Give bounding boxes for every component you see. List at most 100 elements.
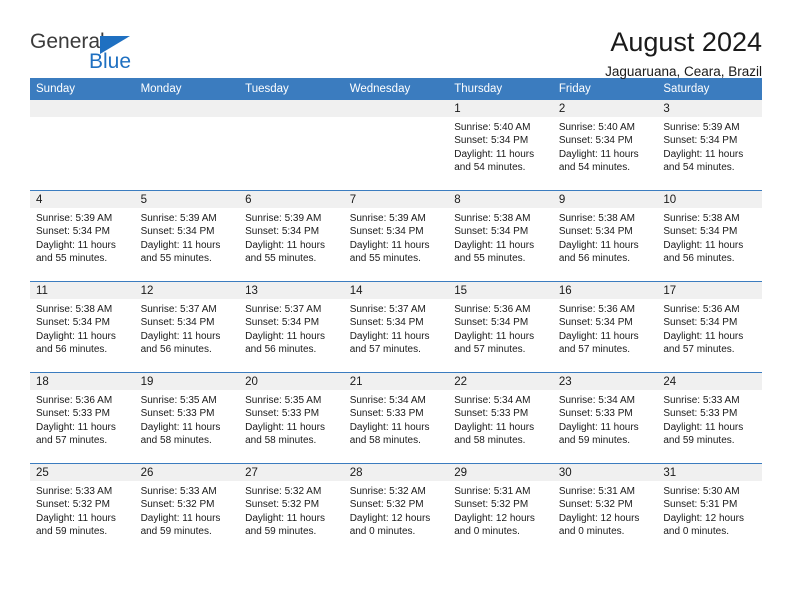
day-number: 7 [343, 191, 449, 208]
daylight-text-line1: Daylight: 12 hours [663, 512, 744, 524]
calendar-day-cell[interactable]: 19 Sunrise: 5:35 AM Sunset: 5:33 PM Dayligh… [134, 372, 240, 464]
day-details: Sunrise: 5:31 AM Sunset: 5:32 PM Daylight:… [553, 481, 658, 539]
sunset-text: Sunset: 5:32 PM [245, 499, 320, 511]
day-number: 1 [448, 100, 553, 117]
day-details: Sunrise: 5:39 AM Sunset: 5:34 PM Daylight:… [30, 208, 135, 266]
sunset-text: Sunset: 5:32 PM [349, 499, 424, 511]
daylight-text-line1: Daylight: 11 hours [558, 239, 639, 251]
daylight-text-line1: Daylight: 11 hours [140, 330, 221, 342]
daylight-text-line2: and 0 minutes. [663, 526, 729, 538]
day-number: 10 [657, 191, 762, 208]
calendar-day-cell[interactable]: 11 Sunrise: 5:38 AM Sunset: 5:34 PM Dayligh… [30, 281, 135, 373]
calendar-day-cell[interactable]: 10 Sunrise: 5:38 AM Sunset: 5:34 PM Dayligh… [657, 190, 762, 282]
calendar-day-cell[interactable]: 2 Sunrise: 5:40 AM Sunset: 5:34 PM Daylight… [552, 100, 658, 191]
weekday-header-friday: Friday [552, 78, 658, 100]
sunrise-text: Sunrise: 5:36 AM [558, 304, 635, 315]
daylight-text-line2: and 57 minutes. [36, 435, 108, 447]
sunrise-text: Sunrise: 5:32 AM [349, 486, 426, 497]
daylight-text-line1: Daylight: 11 hours [349, 239, 430, 251]
calendar-day-cell[interactable]: 29 Sunrise: 5:31 AM Sunset: 5:32 PM Dayligh… [448, 463, 553, 554]
calendar-week-row: 1 Sunrise: 5:40 AM Sunset: 5:34 PM Daylight… [30, 100, 762, 191]
calendar-day-cell[interactable]: 26 Sunrise: 5:33 AM Sunset: 5:32 PM Dayligh… [134, 463, 240, 554]
sunset-text: Sunset: 5:34 PM [663, 317, 738, 329]
calendar-day-cell[interactable]: 3 Sunrise: 5:39 AM Sunset: 5:34 PM Daylight… [657, 100, 762, 191]
day-details: Sunrise: 5:36 AM Sunset: 5:33 PM Daylight:… [30, 390, 135, 448]
daylight-text-line1: Daylight: 11 hours [349, 330, 430, 342]
calendar-day-cell[interactable]: 22 Sunrise: 5:34 AM Sunset: 5:33 PM Dayligh… [448, 372, 553, 464]
sunset-text: Sunset: 5:34 PM [663, 135, 738, 147]
day-number: 31 [657, 464, 762, 481]
sunrise-text: Sunrise: 5:39 AM [245, 213, 322, 224]
daylight-text-line1: Daylight: 11 hours [454, 421, 535, 433]
sunset-text: Sunset: 5:34 PM [558, 226, 633, 238]
logo-text-general: General [30, 30, 105, 53]
calendar-day-cell[interactable]: 17 Sunrise: 5:36 AM Sunset: 5:34 PM Dayligh… [657, 281, 762, 373]
sunset-text: Sunset: 5:33 PM [454, 408, 529, 420]
calendar-day-cell[interactable]: 12 Sunrise: 5:37 AM Sunset: 5:34 PM Dayligh… [134, 281, 240, 373]
calendar-day-cell[interactable]: 6 Sunrise: 5:39 AM Sunset: 5:34 PM Daylight… [239, 190, 344, 282]
daylight-text-line2: and 55 minutes. [454, 253, 526, 265]
calendar-day-cell[interactable]: 13 Sunrise: 5:37 AM Sunset: 5:34 PM Dayligh… [239, 281, 344, 373]
day-details: Sunrise: 5:39 AM Sunset: 5:34 PM Daylight:… [239, 208, 344, 266]
title-block: August 2024 Jaguaruana, Ceara, Brazil [605, 28, 762, 80]
calendar-day-cell[interactable]: 30 Sunrise: 5:31 AM Sunset: 5:32 PM Dayligh… [552, 463, 658, 554]
calendar-day-cell-empty [30, 100, 135, 191]
calendar-day-cell[interactable]: 24 Sunrise: 5:33 AM Sunset: 5:33 PM Dayligh… [657, 372, 762, 464]
sunset-text: Sunset: 5:34 PM [36, 226, 110, 238]
day-details: Sunrise: 5:32 AM Sunset: 5:32 PM Daylight:… [344, 481, 449, 539]
sunrise-text: Sunrise: 5:34 AM [558, 395, 635, 406]
calendar-day-cell[interactable]: 7 Sunrise: 5:39 AM Sunset: 5:34 PM Daylight… [343, 190, 449, 282]
sunset-text: Sunset: 5:34 PM [36, 317, 110, 329]
calendar-day-cell[interactable]: 31 Sunrise: 5:30 AM Sunset: 5:31 PM Dayligh… [657, 463, 762, 554]
calendar-day-cell[interactable]: 27 Sunrise: 5:32 AM Sunset: 5:32 PM Dayligh… [239, 463, 344, 554]
calendar-day-cell[interactable]: 4 Sunrise: 5:39 AM Sunset: 5:34 PM Daylight… [30, 190, 135, 282]
calendar-day-cell[interactable]: 1 Sunrise: 5:40 AM Sunset: 5:34 PM Daylight… [448, 100, 553, 191]
calendar-day-cell[interactable]: 23 Sunrise: 5:34 AM Sunset: 5:33 PM Dayligh… [552, 372, 658, 464]
sunset-text: Sunset: 5:33 PM [245, 408, 320, 420]
calendar-day-cell[interactable]: 9 Sunrise: 5:38 AM Sunset: 5:34 PM Daylight… [552, 190, 658, 282]
day-number: 24 [657, 373, 762, 390]
calendar-day-cell[interactable]: 25 Sunrise: 5:33 AM Sunset: 5:32 PM Dayligh… [30, 463, 135, 554]
sunrise-text: Sunrise: 5:40 AM [454, 122, 531, 133]
calendar-day-cell[interactable]: 15 Sunrise: 5:36 AM Sunset: 5:34 PM Dayligh… [448, 281, 553, 373]
day-number [30, 100, 135, 117]
sunset-text: Sunset: 5:34 PM [140, 317, 215, 329]
daylight-text-line2: and 57 minutes. [558, 344, 630, 356]
weekday-header-thursday: Thursday [448, 78, 553, 100]
sunset-text: Sunset: 5:31 PM [663, 499, 738, 511]
daylight-text-line2: and 57 minutes. [349, 344, 421, 356]
calendar-day-cell[interactable]: 14 Sunrise: 5:37 AM Sunset: 5:34 PM Dayligh… [343, 281, 449, 373]
daylight-text-line2: and 0 minutes. [454, 526, 520, 538]
calendar-day-cell[interactable]: 20 Sunrise: 5:35 AM Sunset: 5:33 PM Dayligh… [239, 372, 344, 464]
day-number: 2 [552, 100, 658, 117]
daylight-text-line2: and 59 minutes. [36, 526, 108, 538]
sunset-text: Sunset: 5:34 PM [454, 135, 529, 147]
day-details: Sunrise: 5:34 AM Sunset: 5:33 PM Daylight:… [448, 390, 553, 448]
page-subtitle: Jaguaruana, Ceara, Brazil [605, 64, 762, 80]
general-blue-logo[interactable]: General Blue [30, 28, 150, 76]
daylight-text-line2: and 57 minutes. [454, 344, 526, 356]
day-details: Sunrise: 5:32 AM Sunset: 5:32 PM Daylight:… [239, 481, 344, 539]
sunrise-text: Sunrise: 5:38 AM [454, 213, 531, 224]
weekday-header-saturday: Saturday [657, 78, 762, 100]
calendar-day-cell[interactable]: 21 Sunrise: 5:34 AM Sunset: 5:33 PM Dayligh… [343, 372, 449, 464]
daylight-text-line2: and 55 minutes. [140, 253, 212, 265]
daylight-text-line1: Daylight: 11 hours [245, 330, 325, 342]
day-number: 16 [552, 282, 658, 299]
calendar-header-row: Sunday Monday Tuesday Wednesday Thursday Frid… [30, 78, 762, 100]
day-details: Sunrise: 5:35 AM Sunset: 5:33 PM Daylight:… [135, 390, 240, 448]
sunset-text: Sunset: 5:34 PM [245, 226, 320, 238]
calendar-day-cell[interactable]: 5 Sunrise: 5:39 AM Sunset: 5:34 PM Daylight… [134, 190, 240, 282]
sunset-text: Sunset: 5:34 PM [558, 135, 633, 147]
sunrise-text: Sunrise: 5:38 AM [36, 304, 113, 315]
day-number [134, 100, 240, 117]
calendar-day-cell[interactable]: 28 Sunrise: 5:32 AM Sunset: 5:32 PM Dayligh… [343, 463, 449, 554]
sunset-text: Sunset: 5:33 PM [558, 408, 633, 420]
day-number: 12 [134, 282, 240, 299]
weekday-header-tuesday: Tuesday [239, 78, 344, 100]
calendar-day-cell[interactable]: 8 Sunrise: 5:38 AM Sunset: 5:34 PM Daylight… [448, 190, 553, 282]
sunrise-text: Sunrise: 5:39 AM [36, 213, 113, 224]
sunrise-text: Sunrise: 5:36 AM [663, 304, 740, 315]
calendar-day-cell[interactable]: 16 Sunrise: 5:36 AM Sunset: 5:34 PM Dayligh… [552, 281, 658, 373]
calendar-day-cell[interactable]: 18 Sunrise: 5:36 AM Sunset: 5:33 PM Dayligh… [30, 372, 135, 464]
